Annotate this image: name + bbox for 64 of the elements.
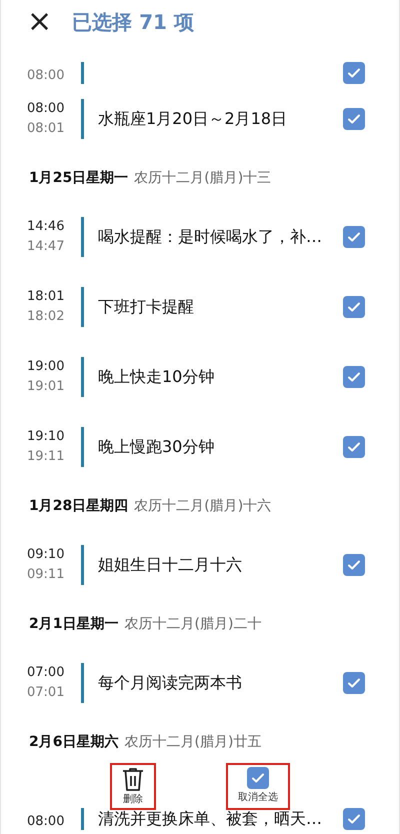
- event-title: 晚上慢跑30分钟: [98, 436, 216, 458]
- check-icon: [347, 66, 361, 80]
- checkbox[interactable]: [343, 554, 365, 576]
- check-icon: [347, 370, 361, 384]
- end-time: 08:00: [27, 68, 66, 84]
- end-time: 14:47: [27, 239, 66, 255]
- check-icon: [347, 440, 361, 454]
- checkbox[interactable]: [343, 808, 365, 830]
- start-time: 07:00: [27, 665, 66, 681]
- checkbox[interactable]: [343, 672, 365, 694]
- end-time: 09:11: [27, 567, 66, 583]
- event-row[interactable]: 19:10 19:11 晚上慢跑30分钟: [1, 412, 399, 482]
- checkbox[interactable]: [343, 108, 365, 130]
- start-time: 19:00: [27, 359, 66, 375]
- event-row[interactable]: 18:01 18:02 下班打卡提醒: [1, 272, 399, 342]
- event-title: 清洗并更换床单、被套，晒天…: [98, 809, 323, 830]
- event-row[interactable]: 19:00 19:01 晚上快走10分钟: [1, 342, 399, 412]
- checkbox[interactable]: [343, 296, 365, 318]
- start-time: 19:10: [27, 429, 66, 445]
- selection-count-title: 已选择 71 项: [72, 8, 194, 36]
- select-all-button[interactable]: 取消全选: [226, 763, 290, 810]
- start-time: 14:46: [27, 219, 66, 235]
- trash-icon: [122, 767, 144, 791]
- end-time: 18:02: [27, 309, 66, 325]
- end-time: 08:01: [27, 121, 66, 137]
- end-time: 19:11: [27, 449, 66, 465]
- lunar-date: 农历十二月(腊月)十六: [134, 497, 272, 515]
- checkbox[interactable]: [343, 226, 365, 248]
- date-heading: 2月1日星期一: [29, 615, 118, 633]
- event-row[interactable]: 08:00 08:01 水瓶座1月20日～2月18日: [1, 84, 399, 154]
- check-icon: [347, 112, 361, 126]
- date-heading: 1月25日星期一: [29, 169, 128, 187]
- event-title: 下班打卡提醒: [98, 296, 195, 318]
- end-time: 19:01: [27, 379, 66, 395]
- event-row[interactable]: 08:00: [1, 44, 399, 84]
- event-title: 每个月阅读完两本书: [98, 672, 243, 694]
- start-time: 08:00: [27, 101, 66, 117]
- event-title: 姐姐生日十二月十六: [98, 554, 243, 576]
- start-time: 08:00: [27, 814, 66, 830]
- checkbox[interactable]: [343, 62, 365, 84]
- date-heading: 2月6日星期六: [29, 733, 118, 751]
- event-title: 晚上快走10分钟: [98, 366, 216, 388]
- event-row[interactable]: 14:46 14:47 喝水提醒：是时候喝水了，补…: [1, 202, 399, 272]
- checkbox[interactable]: [343, 436, 365, 458]
- lunar-date: 农历十二月(腊月)廿五: [124, 733, 262, 751]
- event-row[interactable]: 09:10 09:11 姐姐生日十二月十六: [1, 530, 399, 600]
- lunar-date: 农历十二月(腊月)二十: [124, 615, 262, 633]
- check-icon: [347, 676, 361, 690]
- close-button[interactable]: ×: [27, 7, 52, 37]
- event-row[interactable]: 07:00 07:01 每个月阅读完两本书: [1, 648, 399, 718]
- delete-button[interactable]: 删除: [110, 763, 156, 810]
- check-icon: [347, 300, 361, 314]
- check-icon: [347, 812, 361, 826]
- check-icon: [347, 558, 361, 572]
- start-time: 18:01: [27, 289, 66, 305]
- checkbox[interactable]: [343, 366, 365, 388]
- start-time: 09:10: [27, 547, 66, 563]
- end-time: 07:01: [27, 685, 66, 701]
- event-title: 喝水提醒：是时候喝水了，补…: [98, 226, 323, 248]
- event-title: 水瓶座1月20日～2月18日: [98, 108, 288, 130]
- date-heading: 1月28日星期四: [29, 497, 128, 515]
- check-icon: [347, 230, 361, 244]
- lunar-date: 农历十二月(腊月)十三: [134, 169, 272, 187]
- check-icon: [251, 771, 265, 785]
